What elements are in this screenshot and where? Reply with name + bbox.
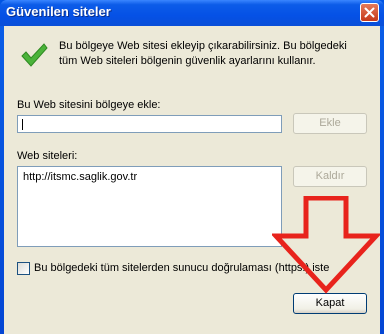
add-button[interactable]: Ekle [293, 113, 367, 134]
list-item[interactable]: http://itsmc.saglik.gov.tr [23, 171, 137, 183]
remove-button[interactable]: Kaldır [293, 166, 367, 187]
web-sites-label: Web siteleri: [17, 150, 78, 162]
close-icon[interactable] [360, 3, 379, 22]
https-checkbox[interactable] [17, 262, 30, 275]
close-button[interactable]: Kapat [293, 293, 367, 314]
window-title: Güvenilen siteler [6, 4, 111, 19]
info-message: Bu bölgeye Web sitesi ekleyip çıkarabili… [59, 40, 347, 67]
text-caret [22, 119, 23, 130]
green-checkmark-icon [21, 43, 48, 67]
red-arrow-down-annotation [272, 196, 380, 294]
add-site-label: Bu Web sitesini bölgeye ekle: [17, 99, 161, 111]
add-site-input[interactable] [17, 115, 282, 133]
dialog-window: Güvenilen siteler Bu bölgeye Web sitesi … [0, 0, 384, 334]
web-sites-list[interactable]: http://itsmc.saglik.gov.tr [17, 166, 282, 247]
title-bar[interactable]: Güvenilen siteler [0, 0, 384, 26]
